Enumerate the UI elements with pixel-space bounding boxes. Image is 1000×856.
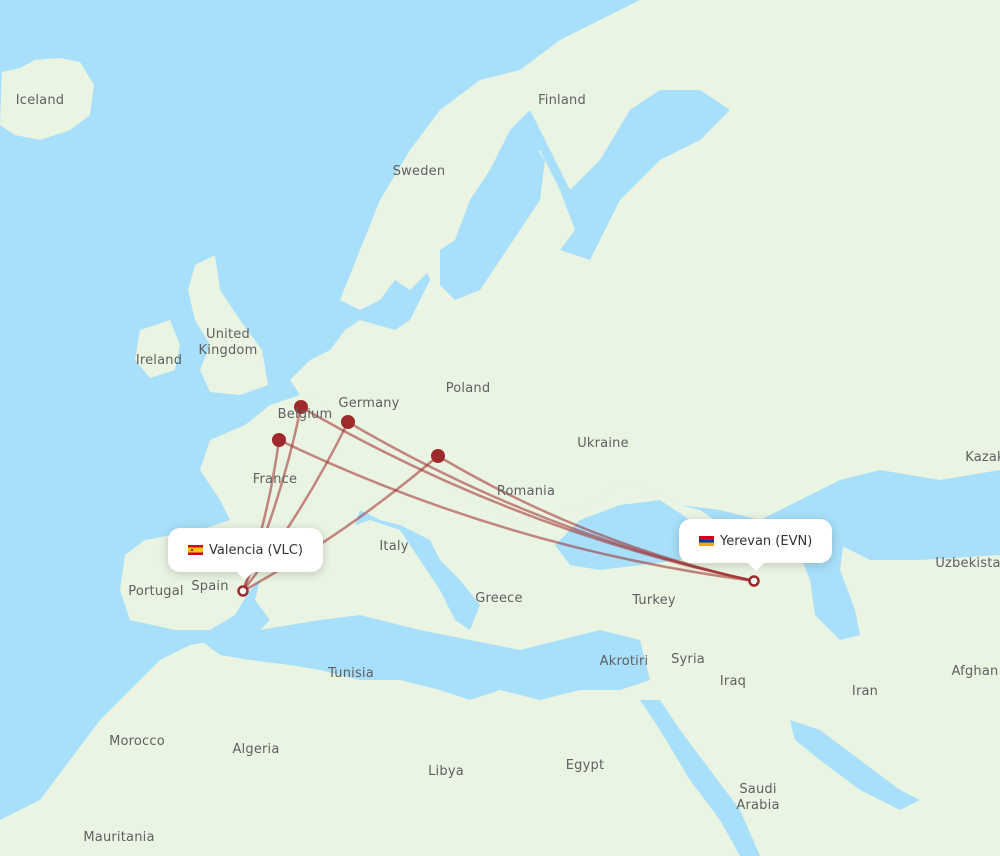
paris-hub-marker[interactable] xyxy=(272,433,286,447)
country-label: Iraq xyxy=(719,674,747,689)
country-label: Afghan xyxy=(951,664,999,679)
origin-label: Valencia (VLC) xyxy=(209,542,303,558)
country-label: Ukraine xyxy=(577,436,629,451)
country-label: Libya xyxy=(428,764,464,779)
country-label: Ireland xyxy=(135,353,183,368)
destination-label: Yerevan (EVN) xyxy=(720,533,813,549)
frankfurt-hub-marker[interactable] xyxy=(341,415,355,429)
country-label: France xyxy=(252,472,298,487)
country-label: Mauritania xyxy=(83,830,155,845)
vienna-hub-marker[interactable] xyxy=(431,449,445,463)
country-label: Romania xyxy=(496,484,556,499)
destination-popup[interactable]: Yerevan (EVN) xyxy=(679,519,833,571)
country-label: Kazak xyxy=(965,450,1000,465)
country-label: Sweden xyxy=(392,164,446,179)
country-label: Saudi Arabia xyxy=(736,782,780,813)
country-label: Iran xyxy=(851,684,879,699)
country-label: Italy xyxy=(379,539,409,554)
country-label: Spain xyxy=(191,579,229,594)
country-label: Greece xyxy=(475,591,523,606)
country-label: Iceland xyxy=(15,93,65,108)
country-label: Turkey xyxy=(632,593,676,608)
country-label: Portugal xyxy=(128,584,184,599)
country-label: Uzbekista xyxy=(935,556,1000,571)
destination-marker[interactable] xyxy=(748,575,760,587)
country-label: Finland xyxy=(538,93,586,108)
armenia-flag-icon xyxy=(699,536,714,546)
origin-marker[interactable] xyxy=(237,585,249,597)
country-label: Algeria xyxy=(232,742,280,757)
country-label: Poland xyxy=(445,381,491,396)
origin-popup[interactable]: Valencia (VLC) xyxy=(168,528,323,580)
country-label: Tunisia xyxy=(328,666,374,681)
spain-flag-icon xyxy=(188,545,203,555)
country-label: United Kingdom xyxy=(198,327,258,358)
country-label: Belgium xyxy=(277,407,333,422)
map-canvas[interactable] xyxy=(0,0,1000,856)
country-label: Germany xyxy=(338,396,400,411)
country-label: Akrotiri xyxy=(599,654,649,669)
country-label: Egypt xyxy=(565,758,605,773)
country-label: Morocco xyxy=(109,734,165,749)
country-label: Syria xyxy=(671,652,705,667)
